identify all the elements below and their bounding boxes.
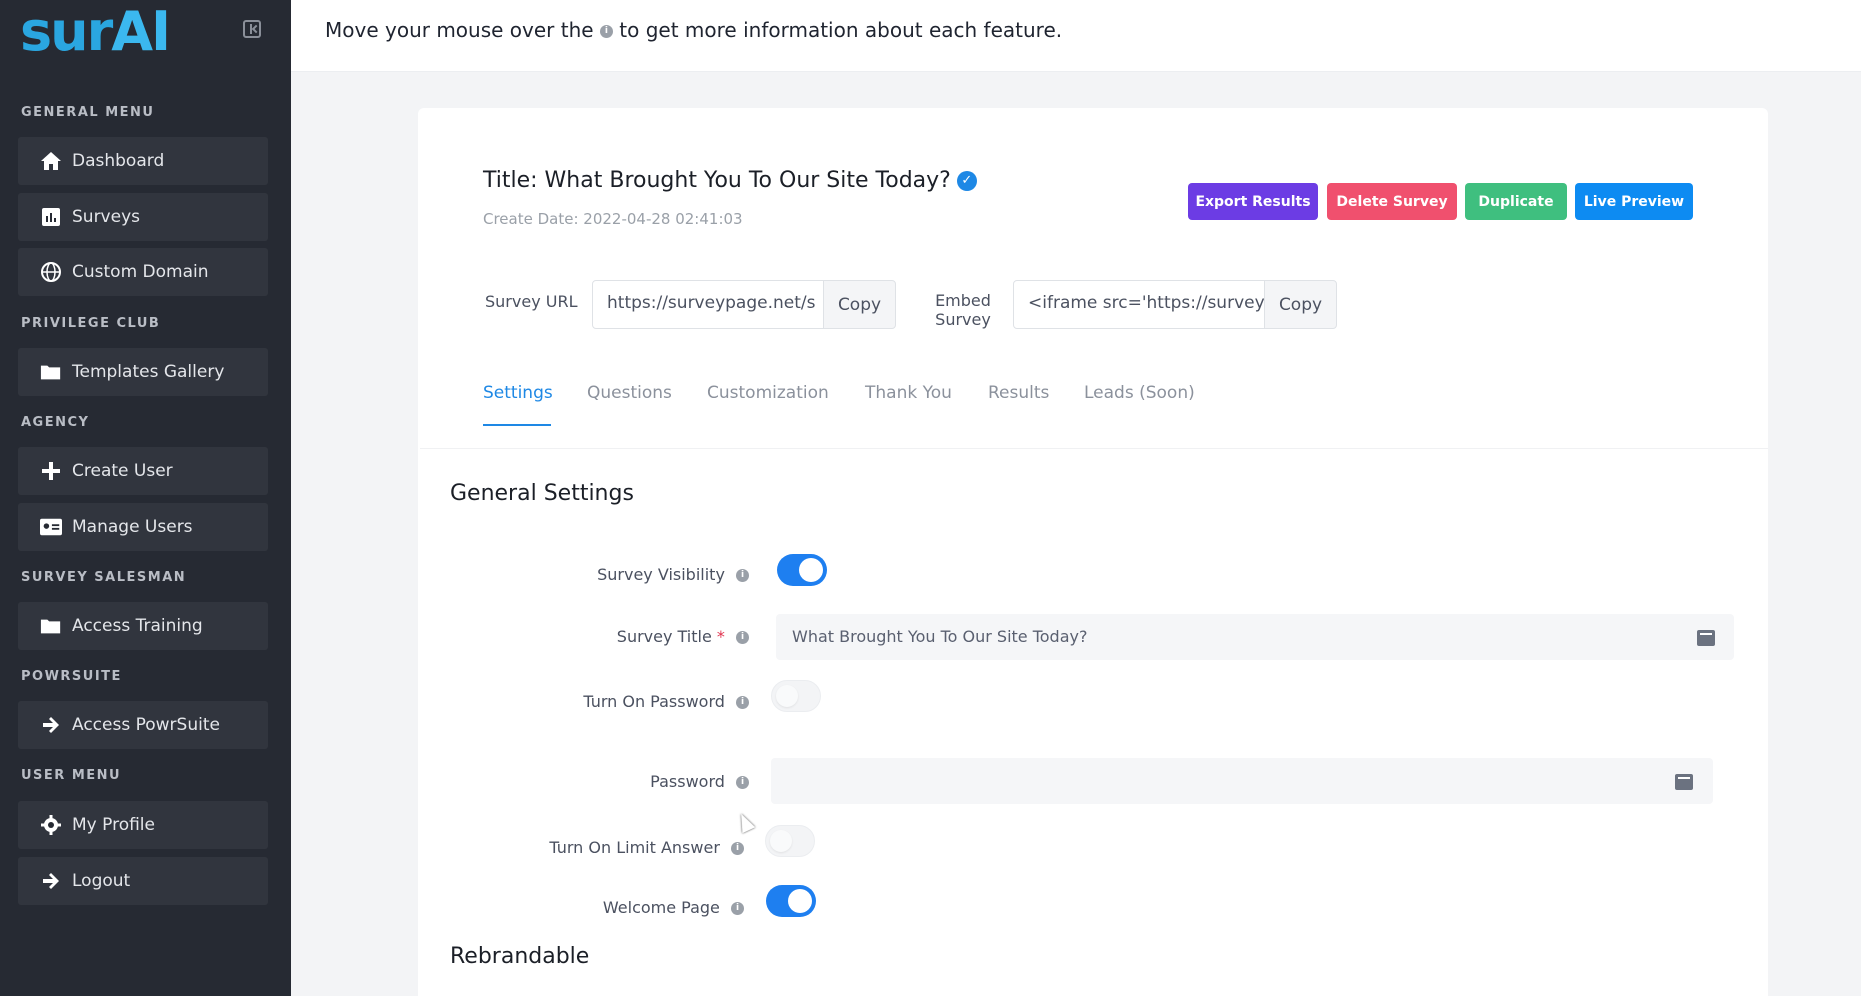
create-date: Create Date: 2022-04-28 02:41:03: [483, 210, 743, 228]
survey-visibility-label: Survey Visibility i: [597, 565, 749, 584]
embed-survey-label: Embed Survey: [935, 291, 991, 329]
home-icon: [40, 150, 62, 172]
sidebar-item-label: My Profile: [72, 815, 155, 835]
field-options-icon[interactable]: [1697, 630, 1715, 646]
survey-visibility-toggle[interactable]: [777, 554, 827, 586]
sidebar-item-label: Access Training: [72, 616, 203, 636]
copy-survey-url-button[interactable]: Copy: [823, 280, 896, 329]
section-label-privilege-club: PRIVILEGE CLUB: [21, 316, 161, 331]
sidebar-item-label: Create User: [72, 461, 173, 481]
info-icon[interactable]: i: [736, 569, 749, 582]
gear-icon: [40, 814, 62, 836]
info-icon[interactable]: i: [736, 696, 749, 709]
help-message: Move your mouse over the i to get more i…: [325, 18, 1063, 42]
plus-icon: [40, 460, 62, 482]
copy-embed-code-button[interactable]: Copy: [1264, 280, 1337, 329]
tab-thank-you[interactable]: Thank You: [865, 383, 952, 403]
tab-settings[interactable]: Settings: [483, 383, 553, 403]
info-icon[interactable]: i: [731, 902, 744, 915]
section-label-user-menu: USER MENU: [21, 768, 122, 783]
password-input[interactable]: [771, 758, 1713, 804]
logout-icon: [40, 870, 62, 892]
sidebar-item-label: Custom Domain: [72, 262, 209, 282]
folder-icon: [40, 615, 62, 637]
info-icon[interactable]: i: [736, 776, 749, 789]
sidebar-item-dashboard[interactable]: Dashboard: [18, 137, 268, 185]
info-icon: i: [599, 25, 613, 38]
collapse-sidebar-icon[interactable]: [243, 20, 261, 38]
sidebar-item-access-training[interactable]: Access Training: [18, 602, 268, 650]
embed-code-input[interactable]: <iframe src='https://surveyp: [1013, 280, 1265, 329]
tab-divider: [420, 448, 1768, 449]
section-label-powrsuite: POWRSUITE: [21, 669, 122, 684]
active-tab-indicator: [483, 424, 551, 426]
password-label: Password i: [650, 772, 749, 791]
id-card-icon: [40, 516, 62, 538]
section-label-agency: AGENCY: [21, 415, 90, 430]
arrow-right-icon: [40, 714, 62, 736]
survey-url-input[interactable]: https://surveypage.net/s: [592, 280, 824, 329]
live-preview-button[interactable]: Live Preview: [1575, 183, 1693, 220]
sidebar-item-my-profile[interactable]: My Profile: [18, 801, 268, 849]
tab-leads[interactable]: Leads (Soon): [1084, 383, 1195, 403]
top-bar: Move your mouse over the i to get more i…: [291, 0, 1861, 72]
welcome-page-toggle[interactable]: [766, 885, 816, 917]
delete-survey-button[interactable]: Delete Survey: [1327, 183, 1457, 220]
sidebar-item-create-user[interactable]: Create User: [18, 447, 268, 495]
survai-logo[interactable]: surAI: [20, 2, 171, 62]
survey-title-input[interactable]: What Brought You To Our Site Today?: [776, 614, 1734, 660]
duplicate-button[interactable]: Duplicate: [1465, 183, 1567, 220]
survey-url-label: Survey URL: [485, 292, 578, 311]
limit-answer-toggle[interactable]: [765, 825, 815, 857]
globe-icon: [40, 261, 62, 283]
survey-title-label: Survey Title * i: [617, 627, 749, 646]
export-results-button[interactable]: Export Results: [1188, 183, 1318, 220]
turn-on-password-toggle[interactable]: [771, 680, 821, 712]
tab-questions[interactable]: Questions: [587, 383, 672, 403]
info-icon[interactable]: i: [736, 631, 749, 644]
sidebar: surAI GENERAL MENU Dashboard Surveys Cus…: [0, 0, 291, 996]
sidebar-item-access-powrsuite[interactable]: Access PowrSuite: [18, 701, 268, 749]
turn-on-password-label: Turn On Password i: [583, 692, 749, 711]
info-icon[interactable]: i: [731, 842, 744, 855]
sidebar-item-templates-gallery[interactable]: Templates Gallery: [18, 348, 268, 396]
verified-check-icon: ✓: [956, 171, 977, 191]
section-label-general-menu: GENERAL MENU: [21, 105, 155, 120]
limit-answer-label: Turn On Limit Answer i: [549, 838, 744, 857]
general-settings-heading: General Settings: [450, 481, 634, 506]
rebrandable-heading: Rebrandable: [450, 944, 590, 969]
sidebar-item-label: Surveys: [72, 207, 140, 227]
sidebar-item-label: Templates Gallery: [72, 362, 225, 382]
sidebar-item-label: Manage Users: [72, 517, 193, 537]
sidebar-item-manage-users[interactable]: Manage Users: [18, 503, 268, 551]
sidebar-item-logout[interactable]: Logout: [18, 857, 268, 905]
folder-icon: [40, 361, 62, 383]
tab-customization[interactable]: Customization: [707, 383, 829, 403]
field-options-icon[interactable]: [1675, 774, 1693, 790]
tab-results[interactable]: Results: [988, 383, 1049, 403]
survey-title-heading: Title: What Brought You To Our Site Toda…: [483, 168, 977, 193]
sidebar-item-label: Access PowrSuite: [72, 715, 220, 735]
survey-settings-card: [418, 108, 1768, 996]
sidebar-item-label: Logout: [72, 871, 131, 891]
section-label-survey-salesman: SURVEY SALESMAN: [21, 570, 187, 585]
sidebar-item-surveys[interactable]: Surveys: [18, 193, 268, 241]
welcome-page-label: Welcome Page i: [603, 898, 744, 917]
chart-icon: [40, 206, 62, 228]
sidebar-item-label: Dashboard: [72, 151, 165, 171]
sidebar-item-custom-domain[interactable]: Custom Domain: [18, 248, 268, 296]
